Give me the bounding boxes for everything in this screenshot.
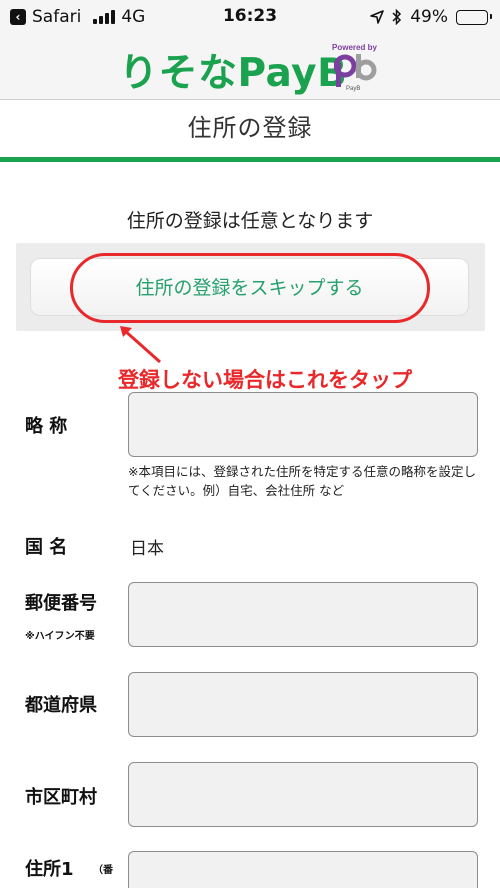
country-value: 日本 bbox=[130, 539, 164, 559]
address1-label: 住所1 bbox=[25, 859, 74, 880]
status-right: 49% bbox=[370, 7, 492, 27]
nickname-note: ※本項目には、登録された住所を特定する任意の略称を設定してください。例）自宅、会… bbox=[128, 464, 476, 498]
annotation-text: 登録しない場合はこれをタップ bbox=[118, 368, 412, 392]
brand-header: りそなPayB Powered by PayB bbox=[0, 34, 500, 100]
status-bar: ‹ Safari 4G 16:23 49% bbox=[0, 0, 500, 34]
prefecture-label: 都道府県 bbox=[25, 695, 97, 716]
battery-icon bbox=[456, 9, 492, 25]
city-label: 市区町村 bbox=[25, 787, 97, 808]
nickname-input[interactable] bbox=[128, 392, 478, 457]
payb-caption: PayB bbox=[346, 86, 361, 92]
intro-text: 住所の登録は任意となります bbox=[126, 210, 374, 232]
payb-logo-icon bbox=[334, 54, 377, 87]
brand-logo: りそなPayB bbox=[119, 51, 348, 96]
address1-input[interactable] bbox=[128, 851, 478, 888]
battery-percent: 49% bbox=[410, 7, 448, 27]
annotation-arrow-icon bbox=[120, 326, 161, 364]
postal-code-label: 郵便番号 bbox=[25, 593, 97, 614]
address1-hint: （番 bbox=[93, 865, 113, 876]
title-divider bbox=[0, 157, 500, 162]
prefecture-input[interactable] bbox=[128, 672, 478, 737]
city-input[interactable] bbox=[128, 762, 478, 827]
postal-code-hint: ※ハイフン不要 bbox=[25, 631, 95, 642]
location-icon bbox=[370, 10, 385, 24]
skip-address-button[interactable]: 住所の登録をスキップする bbox=[30, 258, 469, 316]
bluetooth-icon bbox=[392, 9, 402, 25]
nickname-label: 略 称 bbox=[25, 416, 68, 437]
page-title: 住所の登録 bbox=[187, 114, 313, 142]
postal-code-input[interactable] bbox=[128, 582, 478, 647]
powered-by-label: Powered by bbox=[332, 43, 377, 52]
country-label: 国 名 bbox=[25, 537, 68, 558]
